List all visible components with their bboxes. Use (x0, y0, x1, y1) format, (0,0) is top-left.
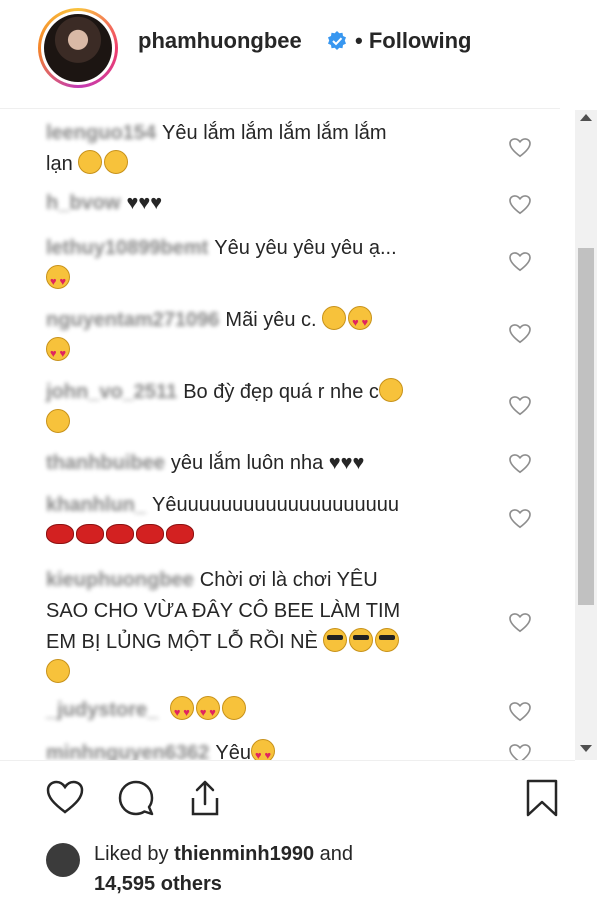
comment-username[interactable]: john_vo_2511 (46, 381, 177, 403)
lips-emoji-icon (136, 524, 164, 544)
heart-eyes-emoji-icon (195, 696, 220, 729)
sunglasses-emoji-icon (375, 628, 400, 652)
heart-emoji-icon (250, 739, 275, 760)
liker-username[interactable]: thienminh1990 (174, 843, 314, 865)
smile-emoji-icon (78, 150, 103, 174)
heart-eyes-emoji-icon (46, 337, 70, 370)
lips-emoji-icon (76, 524, 104, 544)
comment-list[interactable]: leenguo154 Yêu lắm lắm lắm lắm lắm lạn h_… (0, 110, 575, 760)
profile-avatar[interactable] (38, 8, 118, 88)
comment-username[interactable]: h_bvow (46, 192, 120, 214)
verified-icon (328, 31, 346, 50)
comment-item: john_vo_2511 Bo đỳ đẹp quá r nhe c (46, 377, 486, 439)
sunglasses-emoji-icon (349, 628, 374, 652)
scroll-thumb[interactable] (578, 248, 594, 605)
likes-count-link[interactable]: 14,595 others (94, 873, 222, 895)
like-comment-heart-icon[interactable] (509, 396, 531, 416)
comment-username[interactable]: _judystore_ (46, 699, 158, 721)
post-header: phamhuongbee • Following (0, 0, 600, 92)
divider (0, 760, 575, 761)
kiss-emoji-icon (46, 409, 70, 433)
liker-avatar[interactable] (46, 843, 80, 877)
share-icon[interactable] (185, 778, 225, 818)
comment-item: minhnguyen6362 Yêu (46, 738, 486, 760)
divider (0, 108, 560, 109)
heart-eyes-emoji-icon (348, 306, 373, 339)
scroll-down-arrow-icon[interactable] (580, 745, 592, 752)
heart-eyes-emoji-icon (169, 696, 194, 729)
like-comment-heart-icon[interactable] (509, 702, 531, 722)
following-button[interactable]: • Following (355, 28, 471, 54)
kiss-emoji-icon (322, 306, 347, 330)
comment-item: h_bvow ♥♥♥ (46, 192, 163, 214)
bee-emoji-icon (221, 696, 246, 720)
comment-username[interactable]: thanhbuibee (46, 452, 165, 474)
comment-username[interactable]: nguyentam271096 (46, 309, 219, 331)
comment-item: kieuphuongbee Chời ơi là chơi YÊU SAO CHO… (46, 565, 486, 689)
like-comment-heart-icon[interactable] (509, 138, 531, 158)
lips-emoji-icon (166, 524, 194, 544)
sunglasses-emoji-icon (323, 628, 348, 652)
like-comment-heart-icon[interactable] (509, 195, 531, 215)
like-comment-heart-icon[interactable] (509, 744, 531, 760)
lips-emoji-icon (46, 524, 74, 544)
scroll-up-arrow-icon[interactable] (580, 114, 592, 121)
like-comment-heart-icon[interactable] (509, 252, 531, 272)
comments-scrollbar[interactable] (575, 110, 597, 760)
comment-username[interactable]: lethuy10899bemt (46, 237, 208, 259)
comment-item: _judystore_ (46, 695, 486, 729)
comment-item: lethuy10899bemt Yêu yêu yêu yêu ạ... (46, 233, 486, 298)
smile-emoji-icon (104, 150, 129, 174)
comment-icon[interactable] (116, 778, 156, 818)
comment-item: leenguo154 Yêu lắm lắm lắm lắm lắm lạn (46, 122, 387, 175)
comment-username[interactable]: khanhlun_ (46, 494, 146, 516)
comment-username[interactable]: minhnguyen6362 (46, 742, 209, 760)
lips-emoji-icon (106, 524, 134, 544)
save-icon[interactable] (522, 778, 562, 818)
like-comment-heart-icon[interactable] (509, 613, 531, 633)
username-link[interactable]: phamhuongbee (138, 28, 302, 54)
comment-item: thanhbuibee yêu lắm luôn nha ♥♥♥ (46, 452, 365, 474)
comment-item: nguyentam271096 Mãi yêu c. (46, 305, 486, 370)
like-comment-heart-icon[interactable] (509, 454, 531, 474)
comment-username[interactable]: kieuphuongbee (46, 569, 194, 591)
like-comment-heart-icon[interactable] (509, 324, 531, 344)
heart-eyes-emoji-icon (46, 265, 70, 298)
like-icon[interactable] (45, 778, 85, 818)
comment-item: khanhlun_ Yêuuuuuuuuuuuuuuuuuuuu (46, 490, 486, 552)
tongue-wink-emoji-icon (46, 659, 70, 683)
kiss-emoji-icon (378, 378, 403, 402)
like-comment-heart-icon[interactable] (509, 509, 531, 529)
comment-username[interactable]: leenguo154 (46, 122, 156, 144)
